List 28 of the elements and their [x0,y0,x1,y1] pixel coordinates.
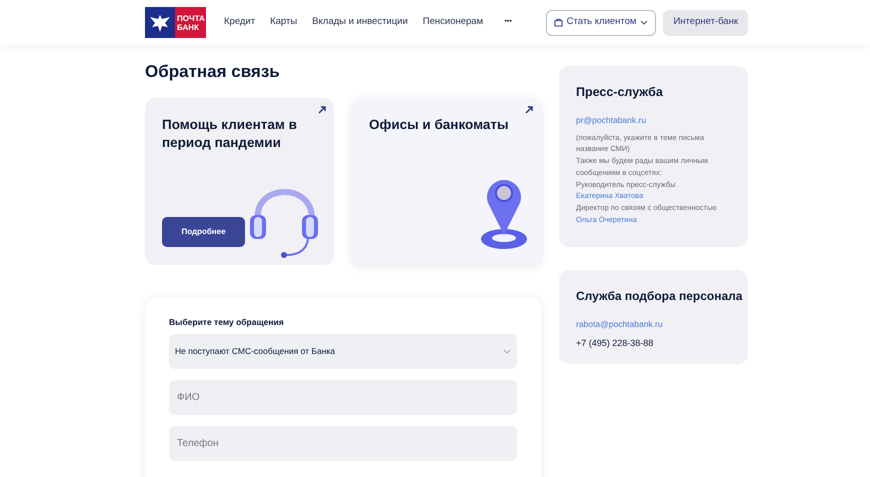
card-title: Служба подбора персонала [576,288,740,305]
card-title: Офисы и банкоматы [369,116,510,134]
details-button[interactable]: Подробнее [162,217,245,247]
bag-icon [554,18,563,27]
internet-bank-button[interactable]: Интернет-банк [663,10,748,36]
info-card[interactable]: Помощь клиентам в период пандемии Подробнее [145,98,334,265]
become-client-button[interactable]: Стать клиентом [546,10,656,36]
chevron-down-icon [640,20,648,25]
card-title: Пресс-служба [576,84,664,101]
nav-link[interactable]: Карты [270,15,298,30]
chevron-down-icon [503,348,511,354]
card-title: Помощь клиентам в период пандемии [162,116,298,152]
nav-link[interactable]: Пенсионерам [422,15,484,30]
logo-text: БАНК [177,22,200,32]
topic-select[interactable]: Не поступают СМС-сообщения от Банка [169,334,517,369]
email-link[interactable]: pr@pochtabank.ru [576,114,731,126]
input-field[interactable]: ФИО [169,380,517,415]
info-card[interactable]: Офисы и банкоматы [352,98,541,265]
page-title: Обратная связь [145,62,281,82]
arrow-icon [318,106,326,114]
arrow-icon [525,106,533,114]
nav-link[interactable]: Вклады и инвестиции [312,15,408,30]
field-label: Выберите тему обращения [169,316,285,329]
input-field[interactable]: Телефон [169,426,517,461]
nav-link[interactable]: Кредит [224,15,256,30]
email-link[interactable]: rabota@pochtabank.ru [576,318,740,331]
phone-text: +7 (495) 228-38-88 [576,336,654,350]
logo-text: ПОЧТА [177,14,204,22]
